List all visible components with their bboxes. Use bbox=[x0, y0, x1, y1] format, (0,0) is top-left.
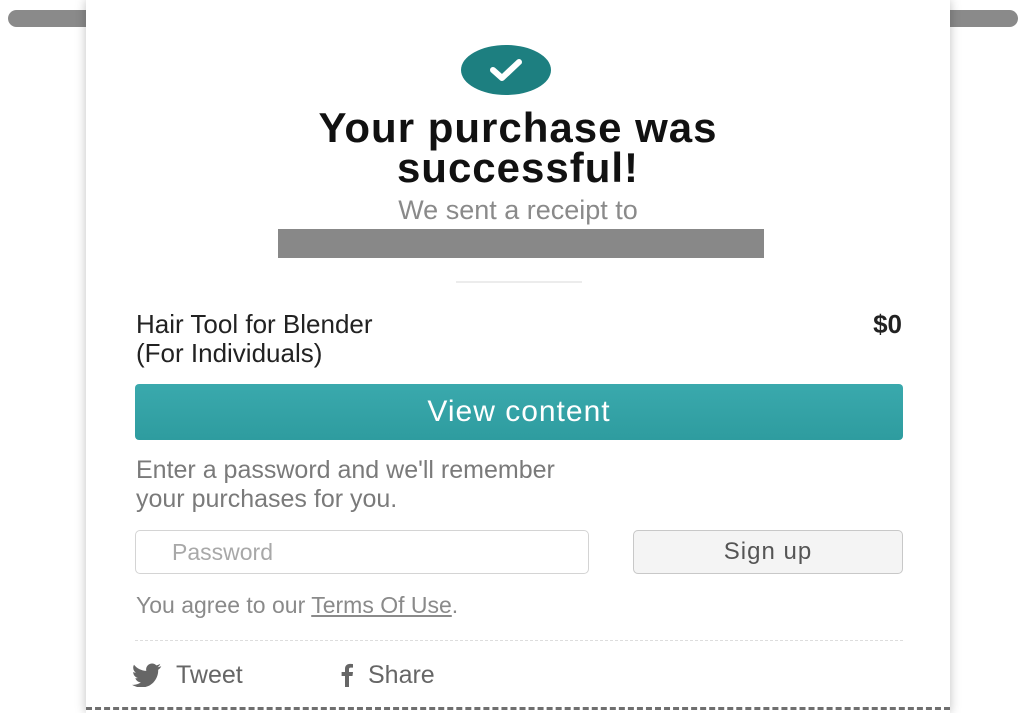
password-prompt-line-1: Enter a password and we'll remember bbox=[136, 456, 555, 484]
social-divider bbox=[135, 640, 903, 641]
section-divider bbox=[456, 281, 582, 283]
product-name-line-1: Hair Tool for Blender bbox=[136, 309, 373, 339]
terms-notice: You agree to our Terms Of Use. bbox=[136, 590, 836, 620]
headline-line-2: successful! bbox=[396, 144, 640, 191]
terms-suffix: . bbox=[451, 592, 459, 618]
password-prompt: Enter a password and we'll remember your… bbox=[136, 456, 856, 514]
success-badge bbox=[461, 45, 551, 95]
terms-prefix: You agree to our bbox=[136, 592, 312, 618]
terms-of-use-link[interactable]: Terms Of Use bbox=[311, 592, 452, 618]
product-name-line-2: (For Individuals) bbox=[136, 338, 323, 368]
share-button[interactable]: Share bbox=[340, 658, 435, 692]
twitter-bird-icon bbox=[132, 663, 162, 687]
success-headline: Your purchase was successful! bbox=[86, 107, 950, 191]
product-name: Hair Tool for Blender (For Individuals) bbox=[136, 310, 636, 368]
password-input[interactable] bbox=[135, 530, 589, 574]
backdrop-bar-left bbox=[8, 10, 98, 27]
page: Your purchase was successful! We sent a … bbox=[0, 0, 1018, 713]
sign-up-button[interactable]: Sign up bbox=[633, 530, 903, 574]
receipt-notice: We sent a receipt to bbox=[398, 195, 638, 225]
product-price: $0 bbox=[873, 309, 902, 339]
view-content-button[interactable]: View content bbox=[135, 384, 903, 440]
purchase-success-modal: Your purchase was successful! We sent a … bbox=[86, 0, 950, 713]
tweet-button[interactable]: Tweet bbox=[132, 658, 243, 692]
tweet-label: Tweet bbox=[176, 660, 243, 689]
share-label: Share bbox=[368, 660, 435, 689]
password-prompt-line-2: your purchases for you. bbox=[136, 485, 398, 513]
redacted-email bbox=[278, 229, 764, 258]
bottom-dotted-edge bbox=[86, 707, 950, 710]
checkmark-icon bbox=[490, 59, 522, 81]
backdrop-bar-right bbox=[940, 10, 1018, 27]
facebook-f-icon bbox=[340, 663, 354, 687]
